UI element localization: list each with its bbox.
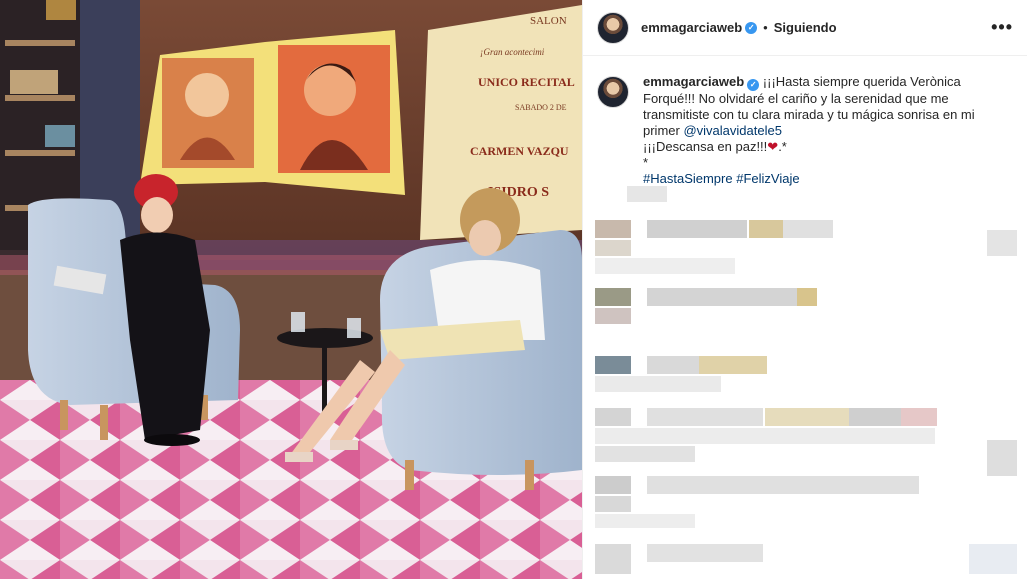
more-options-icon[interactable]: ••• — [991, 17, 1013, 38]
verified-badge-icon: ✓ — [745, 21, 758, 34]
post-image: SALON ¡Gran acontecimi UNICO RECITAL SAB… — [0, 0, 582, 579]
caption-avatar[interactable] — [597, 76, 629, 108]
poster-gran-text: ¡Gran acontecimi — [480, 47, 545, 57]
poster-unico-text: UNICO RECITAL — [478, 75, 575, 89]
post-header: emmagarciaweb ✓ • Siguiendo ••• — [583, 0, 1027, 56]
poster-carmen-text: CARMEN VAZQU — [470, 144, 569, 158]
post-side-panel: emmagarciaweb ✓ • Siguiendo ••• emmagarc… — [582, 0, 1027, 579]
separator-dot: • — [763, 20, 768, 35]
post-photo[interactable]: SALON ¡Gran acontecimi UNICO RECITAL SAB… — [0, 0, 582, 579]
poster-sabado-text: SABADO 2 DE — [515, 103, 567, 112]
caption-username[interactable]: emmagarciaweb — [643, 74, 744, 89]
mention-link[interactable]: @vivalavidatele5 — [683, 123, 781, 138]
avatar[interactable] — [597, 11, 629, 44]
caption-text-2: ¡¡¡Descansa en paz!!! — [643, 139, 768, 154]
post-caption: emmagarciaweb ✓ ¡¡¡Hasta siempre querida … — [583, 56, 1027, 187]
following-button[interactable]: Siguiendo — [774, 20, 837, 35]
poster-salon-text: SALON — [530, 15, 567, 27]
caption-star: * — [643, 155, 649, 170]
caption-text-2-end: .* — [778, 139, 787, 154]
blurred-comments — [583, 170, 1027, 579]
heart-icon: ❤ — [767, 139, 779, 154]
header-username[interactable]: emmagarciaweb — [641, 20, 742, 35]
caption-verified-badge-icon: ✓ — [747, 79, 760, 91]
